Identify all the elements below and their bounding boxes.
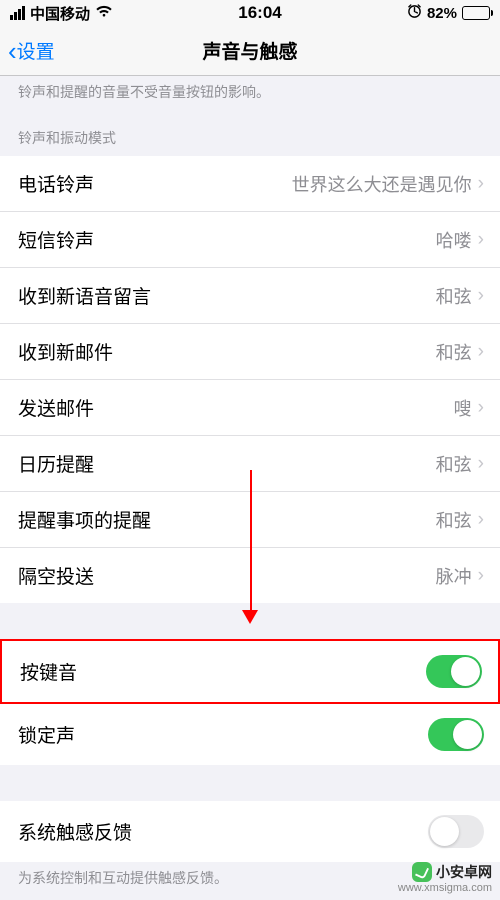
watermark-url: www.xmsigma.com <box>398 882 492 894</box>
nav-bar: ‹ 设置 声音与触感 <box>0 26 500 76</box>
row-label: 收到新语音留言 <box>18 282 151 309</box>
row-label: 电话铃声 <box>18 170 94 197</box>
ringtone-list: 电话铃声 世界这么大还是遇见你 › 短信铃声 哈喽 › 收到新语音留言 和弦 › 收到… <box>0 156 500 603</box>
chevron-left-icon: ‹ <box>8 38 17 64</box>
back-button[interactable]: ‹ 设置 <box>8 37 55 64</box>
sound-toggle-list: 按键音 锁定声 <box>0 639 500 765</box>
chevron-right-icon: › <box>478 397 484 419</box>
status-time: 16:04 <box>238 3 281 23</box>
section-header-ringtones: 铃声和振动模式 <box>0 112 500 156</box>
row-value: 世界这么大还是遇见你 <box>292 171 472 197</box>
battery-icon <box>462 6 490 20</box>
row-label: 隔空投送 <box>18 562 94 589</box>
chevron-right-icon: › <box>478 341 484 363</box>
row-label: 按键音 <box>20 658 77 685</box>
chevron-right-icon: › <box>478 565 484 587</box>
row-sent-mail[interactable]: 发送邮件 嗖 › <box>0 380 500 436</box>
row-system-haptics: 系统触感反馈 <box>0 801 500 862</box>
battery-pct: 82% <box>427 5 457 22</box>
chevron-right-icon: › <box>478 509 484 531</box>
alarm-icon <box>407 4 422 23</box>
signal-icon <box>10 6 25 20</box>
row-new-mail[interactable]: 收到新邮件 和弦 › <box>0 324 500 380</box>
row-airdrop[interactable]: 隔空投送 脉冲 › <box>0 548 500 603</box>
watermark-brand: 小安卓网 <box>436 862 492 882</box>
row-value: 和弦 <box>436 451 472 477</box>
wifi-icon <box>95 4 113 22</box>
row-lock-sound: 锁定声 <box>0 704 500 765</box>
row-label: 发送邮件 <box>18 394 94 421</box>
row-value: 嗖 <box>454 395 472 421</box>
status-bar: 中国移动 16:04 82% <box>0 0 500 26</box>
watermark-logo-icon <box>412 862 432 882</box>
row-label: 系统触感反馈 <box>18 818 132 845</box>
page-title: 声音与触感 <box>202 37 297 64</box>
row-voicemail[interactable]: 收到新语音留言 和弦 › <box>0 268 500 324</box>
system-haptics-toggle[interactable] <box>428 815 484 848</box>
row-reminders[interactable]: 提醒事项的提醒 和弦 › <box>0 492 500 548</box>
ringer-hint: 铃声和提醒的音量不受音量按钮的影响。 <box>0 76 500 112</box>
row-label: 提醒事项的提醒 <box>18 506 151 533</box>
chevron-right-icon: › <box>478 173 484 195</box>
chevron-right-icon: › <box>478 453 484 475</box>
row-calendar[interactable]: 日历提醒 和弦 › <box>0 436 500 492</box>
row-label: 锁定声 <box>18 721 75 748</box>
row-value: 和弦 <box>436 339 472 365</box>
chevron-right-icon: › <box>478 229 484 251</box>
row-keyboard-clicks: 按键音 <box>0 639 500 704</box>
back-label: 设置 <box>17 37 55 64</box>
row-value: 和弦 <box>436 507 472 533</box>
carrier-label: 中国移动 <box>30 3 90 24</box>
lock-sound-toggle[interactable] <box>428 718 484 751</box>
row-label: 日历提醒 <box>18 450 94 477</box>
row-value: 哈喽 <box>436 227 472 253</box>
row-label: 收到新邮件 <box>18 338 113 365</box>
row-text-tone[interactable]: 短信铃声 哈喽 › <box>0 212 500 268</box>
haptics-list: 系统触感反馈 <box>0 801 500 862</box>
watermark: 小安卓网 www.xmsigma.com <box>398 862 492 894</box>
row-ringtone[interactable]: 电话铃声 世界这么大还是遇见你 › <box>0 156 500 212</box>
keyboard-clicks-toggle[interactable] <box>426 655 482 688</box>
row-label: 短信铃声 <box>18 226 94 253</box>
chevron-right-icon: › <box>478 285 484 307</box>
row-value: 脉冲 <box>436 563 472 589</box>
row-value: 和弦 <box>436 283 472 309</box>
